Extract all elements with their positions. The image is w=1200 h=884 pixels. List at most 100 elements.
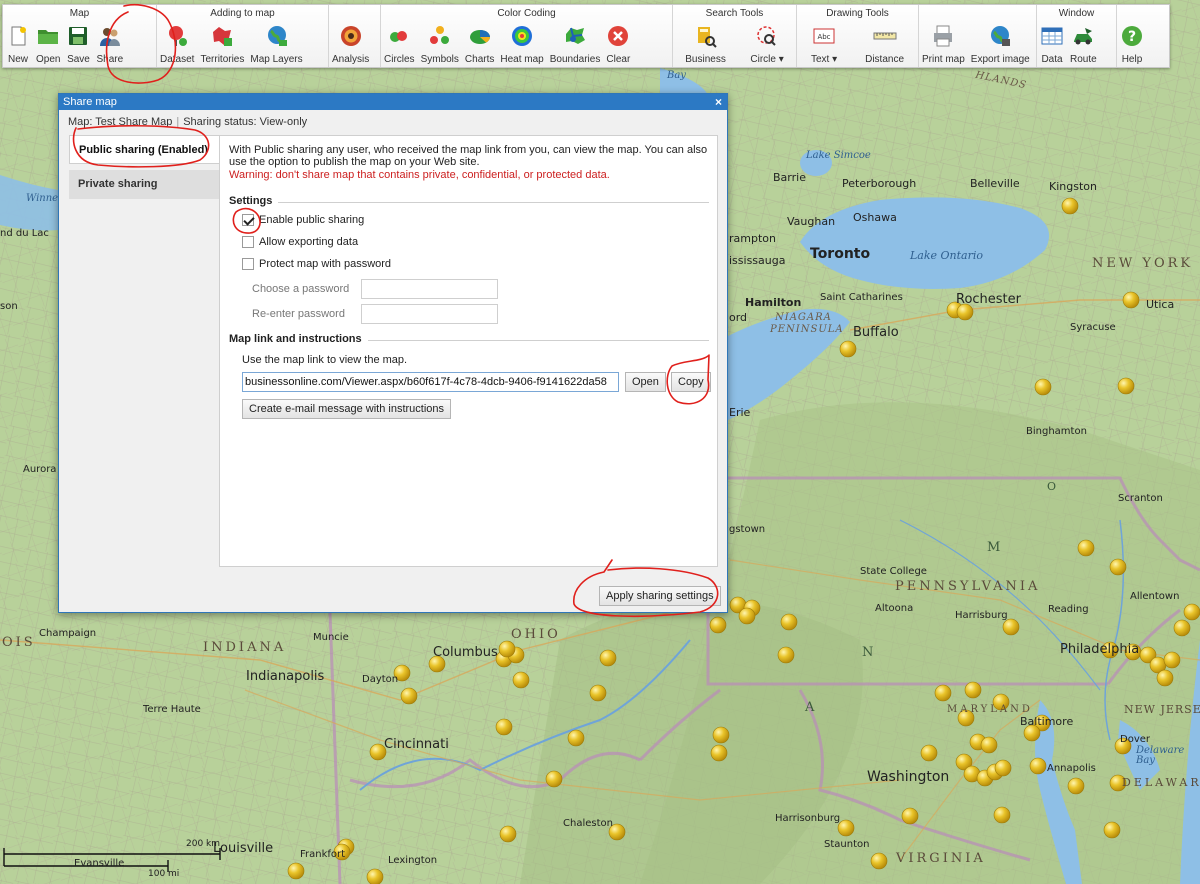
charts-button-label: Charts [464,54,495,65]
clear-icon [606,24,630,48]
map-label-fond-du-lac: nd du Lac [0,228,49,239]
map-label-syracuse: Syracuse [1070,322,1116,333]
map-layers-button[interactable]: Map Layers [247,21,305,67]
territories-button-label: Territories [200,54,245,65]
text-tool-button-label: Text ▾ [810,54,838,65]
open-link-button[interactable]: Open [625,372,666,392]
map-name-label: Map: Test Share Map [68,116,173,128]
protect-password-row[interactable]: Protect map with password [242,258,391,270]
map-link-heading-label: Map link and instructions [229,333,362,345]
allow-exporting-row[interactable]: Allow exporting data [242,236,358,248]
enable-public-sharing-checkbox[interactable] [242,214,254,226]
allow-exporting-label[interactable]: Allow exporting data [259,236,358,248]
map-label-frankfort: Frankfort [300,849,346,860]
map-label-son: son [0,301,18,312]
protect-password-label[interactable]: Protect map with password [259,258,391,270]
print-map-button[interactable]: Print map [919,21,968,67]
apply-sharing-settings-button[interactable]: Apply sharing settings [599,586,721,606]
map-label-annapolis: Annapolis [1047,763,1096,774]
export-image-button-label: Export image [970,54,1030,65]
create-email-button[interactable]: Create e-mail message with instructions [242,399,452,419]
map-label-oshawa: Oshawa [853,211,897,224]
analysis-button[interactable]: Analysis [329,21,372,67]
toolbar-group-title: Adding to map [210,8,275,19]
scale-km-label: 200 km [186,839,221,849]
save-button-label: Save [67,54,90,65]
choose-password-input[interactable] [361,279,498,299]
dataset-button[interactable]: Dataset [157,21,197,67]
map-label-peninsula: PENINSULA [770,324,844,335]
map-label-oneida: O [1047,480,1063,493]
copy-link-button[interactable]: Copy [671,372,711,392]
data-window-button[interactable]: Data [1037,21,1067,67]
enable-public-sharing-row[interactable]: Enable public sharing [242,214,364,226]
public-sharing-panel: With Public sharing any user, who receiv… [219,135,718,567]
protect-password-checkbox[interactable] [242,258,254,270]
sharing-status-label: Sharing status: View-only [183,116,308,128]
map-label-dover: Dover [1120,734,1150,745]
map-label-evansville: Evansville [74,858,125,869]
reenter-password-input[interactable] [361,304,498,324]
map-label-erie: Erie [729,406,751,419]
map-label-mountain-m: M [987,540,1007,555]
save-button[interactable]: Save [63,21,93,67]
dialog-title: Share map [63,96,117,108]
route-button[interactable]: Route [1067,21,1100,67]
toolbar-group-analysis: Analysis [329,5,381,67]
tab-private-sharing[interactable]: Private sharing [69,170,220,199]
map-label-pennsylvania: PENNSYLVANIA [895,579,1041,594]
globe-layers-icon [265,24,289,48]
share-button[interactable]: Share [93,21,126,67]
circles-icon [387,24,411,48]
allow-exporting-checkbox[interactable] [242,236,254,248]
map-link-input[interactable] [242,372,619,392]
tab-public-sharing[interactable]: Public sharing (Enabled) [69,135,220,164]
charts-button[interactable]: Charts [462,21,497,67]
heat-map-button[interactable]: Heat map [497,21,546,67]
map-label-washington: Washington [867,769,950,785]
toolbar-group-help: ? Help [1117,5,1151,67]
settings-heading-label: Settings [229,195,273,207]
symbols-button[interactable]: Symbols [418,21,462,67]
map-label-indianapolis: Indianapolis [246,669,325,684]
new-button-label: New [7,54,28,65]
map-label-muncie: Muncie [313,632,349,643]
export-image-button[interactable]: Export image [968,21,1033,67]
close-icon[interactable]: × [715,94,722,110]
toolbar-group-output: Print map Export image [919,5,1037,67]
distance-button[interactable]: Distance [862,21,907,67]
circle-search-button-label: Circle ▾ [750,54,784,65]
open-button-label: Open [36,54,61,65]
circle-search-button[interactable]: Circle ▾ [747,21,786,67]
map-label-aurora: Aurora [23,464,57,475]
ruler-icon [873,24,897,48]
boundaries-button-label: Boundaries [549,54,601,65]
map-label-chaleston: Chaleston [563,818,613,829]
circles-button[interactable]: Circles [381,21,418,67]
boundaries-button[interactable]: Boundaries [547,21,604,67]
enable-public-sharing-label[interactable]: Enable public sharing [259,214,364,226]
route-car-icon [1071,24,1095,48]
business-search-button[interactable]: Business [682,21,729,67]
symbols-icon [428,24,452,48]
toolbar-group-title [1117,5,1151,21]
map-label-bay: Bay [667,70,686,81]
territories-button[interactable]: Territories [197,21,247,67]
map-label-maryland: MARYLAND [947,704,1033,715]
map-label-buffalo: Buffalo [853,325,899,340]
map-label-cincinnati: Cincinnati [384,737,449,752]
map-label-peterborough: Peterborough [842,177,917,190]
map-label-gstown: gstown [729,524,766,535]
dialog-titlebar[interactable]: Share map × [59,94,727,110]
text-tool-button[interactable]: Abc Text ▾ [808,21,840,67]
map-label-delaware-bay: Delaware Bay [1136,745,1185,766]
map-label-lake-simcoe: Lake Simcoe [806,150,871,161]
map-label-ohio: OHIO [511,627,561,642]
map-label-dayton: Dayton [362,674,399,685]
open-button[interactable]: Open [33,21,63,67]
map-label-champaign: Champaign [39,628,97,639]
scale-mi-label: 100 mi [148,869,180,879]
help-button[interactable]: ? Help [1117,21,1147,67]
clear-button[interactable]: Clear [603,21,633,67]
new-button[interactable]: New [3,21,33,67]
